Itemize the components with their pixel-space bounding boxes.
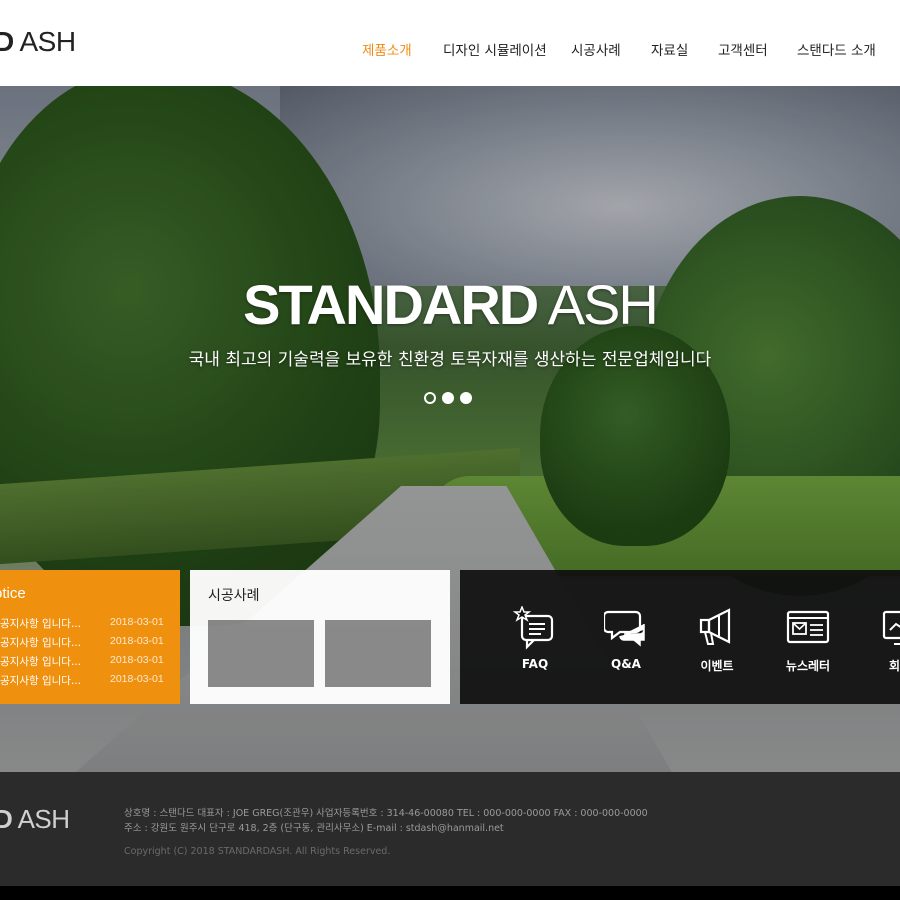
- site-footer: D ASH 상호명 : 스탠다드 대표자 : JOE GREG(조관우) 사업자…: [0, 772, 900, 886]
- notice-panel: otice 공지사항 입니다... 2018-03-01 공지사항 입니다...…: [0, 570, 180, 704]
- footer-logo-bold: D: [0, 804, 13, 834]
- footer-info-line-1: 상호명 : 스탠다드 대표자 : JOE GREG(조관우) 사업자등록번호 :…: [124, 808, 648, 819]
- notice-item-text: 공지사항 입니다...: [0, 675, 81, 687]
- site-header: D ASH 제품소개 디자인 시뮬레이션 시공사례 자료실 고객센터 스탠다드 …: [0, 0, 900, 86]
- quick-link-event[interactable]: 이벤트: [687, 606, 747, 676]
- footer-company-info: 상호명 : 스탠다드 대표자 : JOE GREG(조관우) 사업자등록번호 :…: [124, 806, 648, 836]
- quick-link-label: Q&A: [611, 657, 641, 671]
- notice-item-text: 공지사항 입니다...: [0, 656, 81, 668]
- notice-item-date: 2018-03-01: [110, 673, 164, 685]
- quick-link-label: FAQ: [521, 657, 549, 671]
- hero-title: STANDARD ASH: [0, 272, 900, 337]
- newsletter-icon: [786, 610, 830, 644]
- nav-item-customer-center[interactable]: 고객센터: [718, 39, 768, 59]
- cases-title[interactable]: 시공사례: [208, 585, 260, 605]
- notice-list: 공지사항 입니다... 2018-03-01 공지사항 입니다... 2018-…: [0, 616, 180, 692]
- faq-icon: [513, 606, 554, 650]
- main-nav: 제품소개 디자인 시뮬레이션 시공사례 자료실 고객센터 스탠다드 소개: [0, 39, 900, 59]
- hero-title-light: ASH: [547, 273, 659, 336]
- notice-item-date: 2018-03-01: [110, 654, 164, 666]
- company-icon: [882, 610, 900, 645]
- case-thumbnail-1[interactable]: [208, 620, 314, 687]
- slider-dot-2[interactable]: [442, 392, 454, 404]
- notice-title[interactable]: otice: [0, 585, 26, 602]
- notice-item-text: 공지사항 입니다...: [0, 618, 81, 630]
- quick-link-label: 이벤트: [700, 659, 734, 673]
- notice-item[interactable]: 공지사항 입니다... 2018-03-01: [0, 673, 180, 692]
- footer-copyright: Copyright (C) 2018 STANDARDASH. All Righ…: [124, 846, 391, 857]
- quick-link-label: 뉴스레터: [785, 659, 831, 673]
- slider-dot-1[interactable]: [424, 392, 436, 404]
- slider-dots: [424, 392, 484, 406]
- quick-link-faq[interactable]: FAQ: [505, 606, 565, 676]
- footer-logo[interactable]: D ASH: [0, 804, 70, 835]
- bottom-bar: [0, 886, 900, 900]
- nav-item-design-simulation[interactable]: 디자인 시뮬레이션: [443, 39, 547, 59]
- hero-subtitle: 국내 최고의 기술력을 보유한 친환경 토목자재를 생산하는 전문업체입니다: [188, 350, 712, 370]
- notice-item[interactable]: 공지사항 입니다... 2018-03-01: [0, 654, 180, 673]
- megaphone-icon: [699, 608, 731, 645]
- quick-link-company[interactable]: 회사: [870, 606, 900, 676]
- case-thumbnail-2[interactable]: [325, 620, 431, 687]
- notice-item[interactable]: 공지사항 입니다... 2018-03-01: [0, 616, 180, 635]
- notice-item-date: 2018-03-01: [110, 616, 164, 628]
- notice-item-text: 공지사항 입니다...: [0, 637, 81, 649]
- nav-item-construction-cases[interactable]: 시공사례: [571, 39, 621, 59]
- quick-link-qna[interactable]: Q&A: [596, 606, 656, 676]
- nav-item-products[interactable]: 제품소개: [362, 39, 412, 59]
- quick-links-panel: FAQ Q&A 이벤트 뉴스레터 회: [460, 570, 900, 704]
- chat-bubbles-icon: [604, 610, 645, 647]
- slider-dot-3[interactable]: [460, 392, 472, 404]
- nav-item-about-standard[interactable]: 스탠다드 소개: [797, 39, 876, 59]
- notice-item-date: 2018-03-01: [110, 635, 164, 647]
- hero-title-bold: STANDARD: [243, 273, 539, 336]
- nav-item-resources[interactable]: 자료실: [651, 39, 688, 59]
- quick-link-label: 회사: [888, 659, 900, 673]
- footer-info-line-2: 주소 : 강원도 원주시 단구로 418, 2층 (단구동, 관리사무소) E-…: [124, 823, 504, 834]
- notice-item[interactable]: 공지사항 입니다... 2018-03-01: [0, 635, 180, 654]
- quick-link-newsletter[interactable]: 뉴스레터: [778, 606, 838, 676]
- footer-logo-light: ASH: [17, 804, 70, 834]
- cases-panel: 시공사례: [190, 570, 450, 704]
